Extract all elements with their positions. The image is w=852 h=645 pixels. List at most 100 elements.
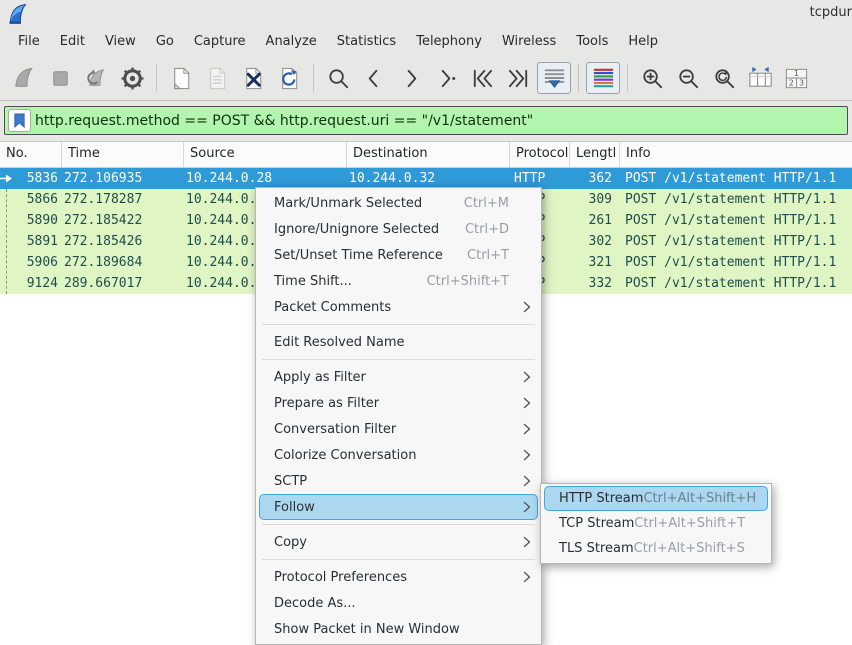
follow-submenu-item-http-stream-shortcut: Ctrl+Alt+Shift+H: [643, 491, 764, 506]
context-menu-item-sctp[interactable]: SCTP: [259, 468, 538, 494]
zoom-in-button[interactable]: [635, 62, 669, 94]
context-menu-item-edit-resolved-name[interactable]: Edit Resolved Name: [259, 329, 538, 355]
follow-submenu-item-tls-stream[interactable]: TLS StreamCtrl+Alt+Shift+S: [544, 536, 768, 561]
resize-columns-button[interactable]: [743, 62, 777, 94]
context-menu-item-follow[interactable]: Follow: [259, 494, 538, 520]
find-packet-button[interactable]: [321, 62, 355, 94]
context-menu-item-colorize-conversation[interactable]: Colorize Conversation: [259, 442, 538, 468]
cell-info: POST /v1/statement HTTP/1.1: [620, 255, 852, 270]
menubar-item-telephony[interactable]: Telephony: [406, 30, 492, 53]
menubar-item-statistics[interactable]: Statistics: [327, 30, 406, 53]
colorize-icon: [590, 65, 617, 92]
file-close-icon: [240, 65, 267, 92]
go-next-button[interactable]: [393, 62, 427, 94]
context-menu-item-ignore-unignore-selected[interactable]: Ignore/Unignore SelectedCtrl+D: [259, 216, 538, 242]
bookmark-icon: [13, 113, 26, 128]
toolbar-separator: [578, 64, 579, 92]
go-to-packet-button[interactable]: [429, 62, 463, 94]
svg-text:1: 1: [794, 69, 799, 78]
context-menu-item-set-unset-time-reference[interactable]: Set/Unset Time ReferenceCtrl+T: [259, 242, 538, 268]
menubar-item-analyze[interactable]: Analyze: [256, 30, 327, 53]
layout-1-2-3-icon: 123: [783, 65, 810, 92]
wireshark-window: { "window": { "title": "tcpdur" }, "menu…: [0, 0, 852, 640]
auto-scroll-button[interactable]: [537, 62, 571, 94]
cell-len: 261: [570, 213, 620, 228]
context-menu-item-time-shift[interactable]: Time Shift...Ctrl+Shift+T: [259, 268, 538, 294]
context-menu-item-conversation-filter[interactable]: Conversation Filter: [259, 416, 538, 442]
follow-submenu-item-tcp-stream[interactable]: TCP StreamCtrl+Alt+Shift+T: [544, 511, 768, 536]
colorize-button[interactable]: [586, 62, 620, 94]
file-save-icon: [204, 65, 231, 92]
go-first-button[interactable]: [465, 62, 499, 94]
column-header-info[interactable]: Info: [620, 142, 852, 167]
context-menu-item-copy[interactable]: Copy: [259, 529, 538, 555]
go-last-button[interactable]: [501, 62, 535, 94]
layout-1-2-3-button[interactable]: 123: [779, 62, 813, 94]
column-header-source[interactable]: Source: [184, 142, 347, 167]
cell-time: 289.667017: [62, 276, 184, 291]
capture-restart-icon: [83, 65, 110, 92]
context-menu-item-decode-as[interactable]: Decode As...: [259, 590, 538, 616]
packet-context-menu: Mark/Unmark SelectedCtrl+MIgnore/Unignor…: [255, 187, 542, 645]
packet-list-header: No.TimeSourceDestinationProtocolLengtlIn…: [0, 142, 852, 168]
zoom-in-icon: [639, 65, 666, 92]
column-header-destination[interactable]: Destination: [347, 142, 510, 167]
zoom-reset-button[interactable]: [707, 62, 741, 94]
capture-start-button[interactable]: [7, 62, 41, 94]
go-previous-icon: [361, 65, 388, 92]
menubar-item-edit[interactable]: Edit: [50, 30, 95, 53]
file-reload-button[interactable]: [272, 62, 306, 94]
menubar-item-wireless[interactable]: Wireless: [492, 30, 566, 53]
go-to-packet-icon: [433, 65, 460, 92]
resize-columns-icon: [747, 65, 774, 92]
cell-time: 272.185422: [62, 213, 184, 228]
file-open-button[interactable]: [164, 62, 198, 94]
column-header-no[interactable]: No.: [0, 142, 62, 167]
menubar-item-go[interactable]: Go: [146, 30, 184, 53]
selected-packet-marker: [0, 168, 14, 189]
menubar-item-capture[interactable]: Capture: [184, 30, 256, 53]
follow-submenu-item-http-stream[interactable]: HTTP StreamCtrl+Alt+Shift+H: [544, 486, 768, 511]
column-header-protocol[interactable]: Protocol: [510, 142, 570, 167]
zoom-out-button[interactable]: [671, 62, 705, 94]
context-menu-item-show-packet-in-new-window[interactable]: Show Packet in New Window: [259, 616, 538, 642]
filter-bookmark-button[interactable]: [8, 109, 31, 132]
capture-stop-button[interactable]: [43, 62, 77, 94]
file-close-button[interactable]: [236, 62, 270, 94]
context-menu-item-prepare-as-filter[interactable]: Prepare as Filter: [259, 390, 538, 416]
menu-separator: [262, 324, 535, 325]
cell-src: 10.244.0.28: [184, 171, 347, 186]
column-header-time[interactable]: Time: [62, 142, 184, 167]
go-previous-button[interactable]: [357, 62, 391, 94]
packet-row[interactable]: 5836272.10693510.244.0.2810.244.0.32HTTP…: [0, 168, 852, 189]
display-filter-input[interactable]: [35, 109, 847, 133]
context-menu-item-follow-label: Follow: [274, 500, 315, 515]
related-packet-gutter: [0, 252, 14, 273]
zoom-out-icon: [675, 65, 702, 92]
context-menu-item-copy-label: Copy: [274, 535, 307, 550]
title-bar: tcpdur: [0, 0, 852, 27]
column-header-lengtl[interactable]: Lengtl: [570, 142, 620, 167]
menu-separator: [262, 559, 535, 560]
svg-text:2: 2: [788, 78, 793, 87]
go-last-icon: [505, 65, 532, 92]
menubar-item-file[interactable]: File: [8, 30, 50, 53]
capture-restart-button[interactable]: [79, 62, 113, 94]
display-filter-field[interactable]: [4, 106, 848, 135]
context-menu-item-protocol-preferences[interactable]: Protocol Preferences: [259, 564, 538, 590]
capture-options-button[interactable]: [115, 62, 149, 94]
file-save-button[interactable]: [200, 62, 234, 94]
menubar-item-tools[interactable]: Tools: [566, 30, 618, 53]
context-menu-item-apply-as-filter-label: Apply as Filter: [274, 370, 366, 385]
menubar-item-help[interactable]: Help: [618, 30, 668, 53]
zoom-reset-icon: [711, 65, 738, 92]
context-menu-item-time-shift-shortcut: Ctrl+Shift+T: [427, 274, 517, 289]
cell-time: 272.189684: [62, 255, 184, 270]
context-menu-item-apply-as-filter[interactable]: Apply as Filter: [259, 364, 538, 390]
context-menu-item-mark-unmark-selected[interactable]: Mark/Unmark SelectedCtrl+M: [259, 190, 538, 216]
menu-bar: FileEditViewGoCaptureAnalyzeStatisticsTe…: [0, 27, 852, 56]
submenu-arrow-icon: [517, 301, 531, 313]
context-menu-item-packet-comments[interactable]: Packet Comments: [259, 294, 538, 320]
menubar-item-view[interactable]: View: [95, 30, 146, 53]
submenu-arrow-icon: [517, 397, 531, 409]
